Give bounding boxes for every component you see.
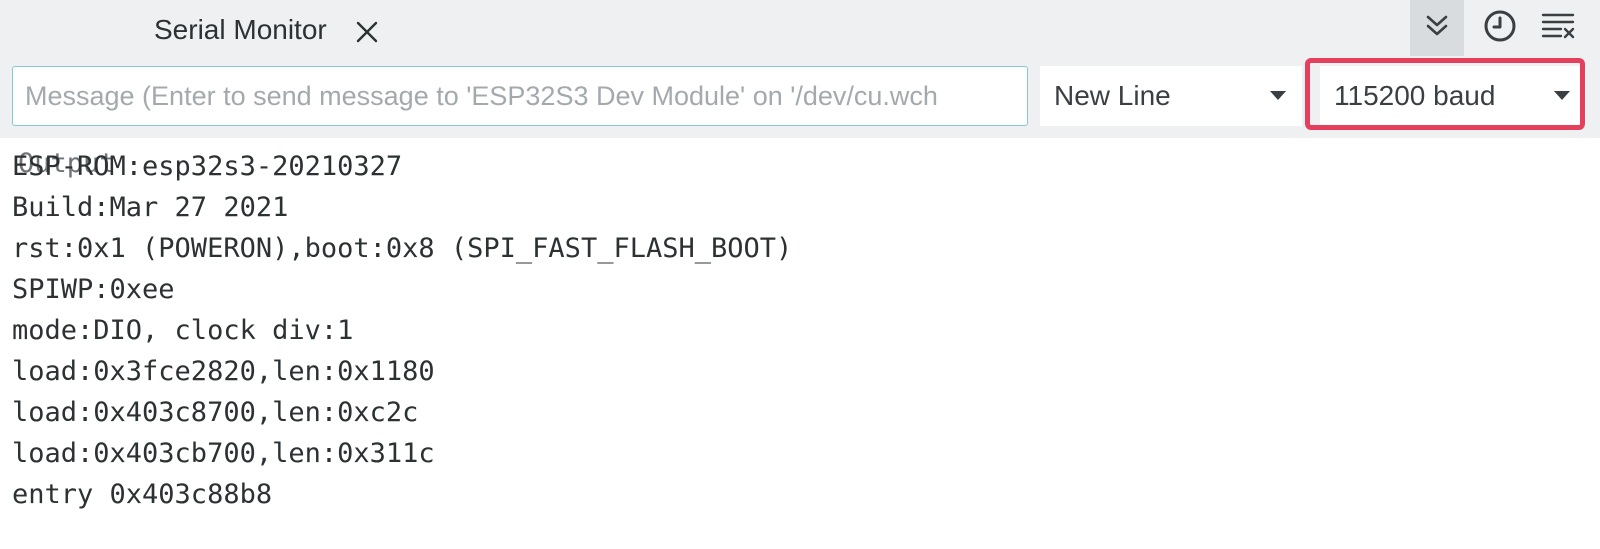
baud-rate-selected-value: 115200 baud — [1334, 80, 1496, 111]
autoscroll-toggle-button[interactable] — [1410, 0, 1464, 56]
caret-down-icon — [1270, 91, 1286, 100]
serial-output-line: load:0x3fce2820,len:0x1180 — [12, 356, 435, 387]
panel-tab-bar: Output Serial Monitor — [0, 0, 1600, 179]
serial-output-line: ESP-ROM:esp32s3-20210327 — [12, 151, 403, 182]
serial-output-line: Build:Mar 27 2021 — [12, 192, 289, 223]
toggle-timestamp-button[interactable] — [1473, 0, 1527, 56]
serial-controls-row: New Line 115200 baud — [0, 60, 1600, 138]
serial-output-line: load:0x403cb700,len:0x311c — [12, 438, 435, 469]
clear-output-button[interactable] — [1532, 0, 1586, 56]
line-ending-select[interactable]: New Line — [1040, 66, 1302, 126]
serial-output-area: ESP-ROM:esp32s3-20210327 Build:Mar 27 20… — [12, 146, 1592, 515]
serial-output-line: mode:DIO, clock div:1 — [12, 315, 354, 346]
serial-output-line: rst:0x1 (POWERON),boot:0x8 (SPI_FAST_FLA… — [12, 233, 793, 264]
close-icon[interactable] — [353, 18, 381, 46]
clock-icon — [1483, 9, 1517, 48]
message-input[interactable] — [12, 66, 1028, 126]
serial-output-line: load:0x403c8700,len:0xc2c — [12, 397, 419, 428]
baud-rate-select[interactable]: 115200 baud — [1320, 66, 1586, 126]
serial-output-line: entry 0x403c88b8 — [12, 479, 273, 510]
caret-down-icon — [1554, 91, 1570, 100]
clear-output-icon — [1541, 11, 1577, 46]
tab-serial-monitor[interactable]: Serial Monitor — [154, 12, 327, 48]
line-ending-selected-value: New Line — [1054, 80, 1171, 111]
chevrons-down-icon — [1423, 12, 1451, 45]
serial-output-line: SPIWP:0xee — [12, 274, 175, 305]
